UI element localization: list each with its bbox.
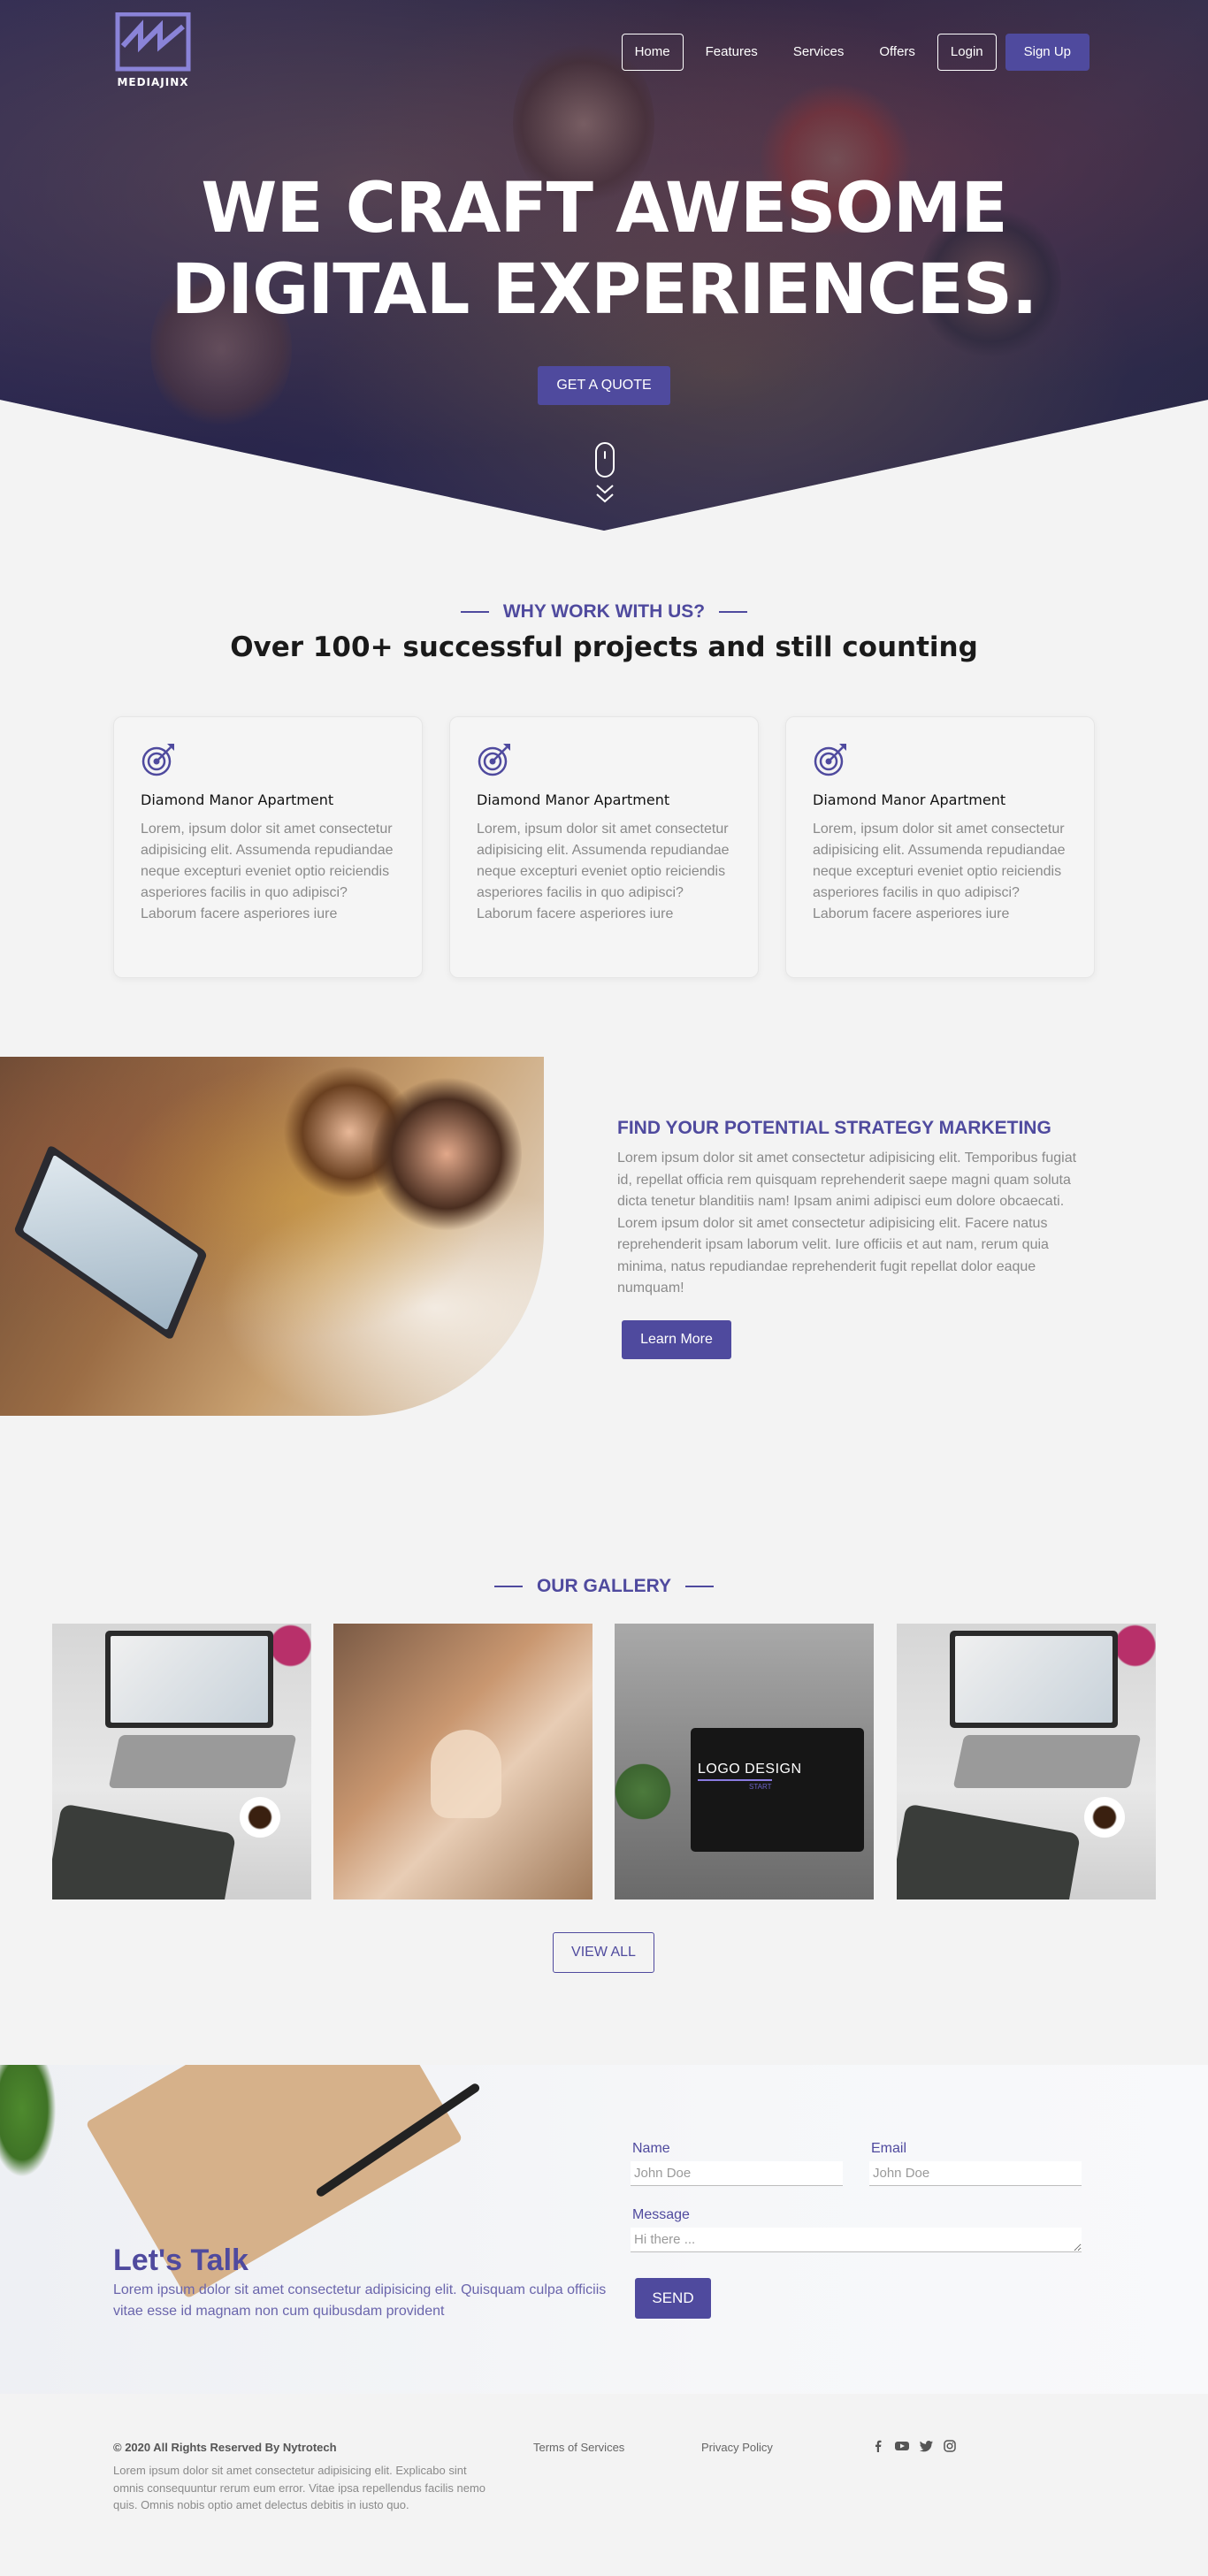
card-body: Lorem, ipsum dolor sit amet consectetur … [141, 822, 394, 921]
mediajinx-logo-icon [115, 12, 191, 72]
why-kicker: WHY WORK WITH US? [0, 601, 1208, 623]
why-subtitle: Over 100+ successful projects and still … [230, 631, 978, 663]
message-textarea[interactable] [631, 2228, 1082, 2252]
youtube-icon[interactable] [895, 2440, 909, 2452]
brand-logo[interactable]: MEDIAJINX [113, 12, 193, 88]
nav-offers[interactable]: Offers [866, 34, 929, 71]
strategy-image [0, 1057, 544, 1416]
send-button[interactable]: SEND [635, 2278, 711, 2319]
email-input[interactable] [869, 2161, 1082, 2186]
gallery-image-logo-design[interactable]: LOGO DESIGN START [615, 1624, 874, 1900]
monitor [691, 1728, 864, 1852]
tablet [897, 1803, 1082, 1900]
feature-card: Diamond Manor Apartment Lorem, ipsum dol… [113, 716, 423, 978]
scroll-mouse-icon[interactable] [595, 442, 615, 478]
terms-link[interactable]: Terms of Services [533, 2441, 624, 2454]
message-label: Message [632, 2207, 690, 2222]
facebook-icon[interactable] [872, 2440, 884, 2452]
strategy-text: Lorem ipsum dolor sit amet consectetur a… [617, 1150, 1077, 1296]
kicker-dash-right [719, 611, 748, 613]
card-title: Diamond Manor Apartment [141, 791, 334, 808]
card-body: Lorem, ipsum dolor sit amet consectetur … [477, 822, 730, 921]
target-icon [814, 744, 846, 776]
nav-features[interactable]: Features [692, 34, 771, 71]
privacy-link[interactable]: Privacy Policy [701, 2441, 773, 2454]
target-icon [478, 744, 510, 776]
talk-title: Let's Talk [113, 2243, 248, 2277]
scroll-down-icon[interactable] [594, 483, 615, 506]
get-quote-button[interactable]: GET A QUOTE [538, 366, 670, 405]
gallery-image-laptop-creative[interactable] [52, 1624, 311, 1900]
feature-card: Diamond Manor Apartment Lorem, ipsum dol… [785, 716, 1095, 978]
gallery-image-lightbulb[interactable] [333, 1624, 593, 1900]
coffee-cup [1084, 1797, 1125, 1838]
laptop-keyboard [108, 1735, 297, 1788]
hero-title: WE CRAFT AWESOME DIGITAL EXPERIENCES. [0, 168, 1208, 331]
lightbulb-sketch [431, 1730, 501, 1818]
nav-home[interactable]: Home [621, 34, 684, 71]
social-links [872, 2440, 956, 2452]
why-kicker-text: WHY WORK WITH US? [502, 601, 706, 622]
talk-text: Lorem ipsum dolor sit amet consectetur a… [113, 2282, 607, 2319]
kicker-dash-right [685, 1586, 715, 1587]
learn-more-button[interactable]: Learn More [622, 1320, 731, 1359]
laptop-screen [105, 1631, 273, 1728]
hero-title-line2: DIGITAL EXPERIENCES. [171, 250, 1037, 330]
card-title: Diamond Manor Apartment [477, 791, 670, 808]
feature-card: Diamond Manor Apartment Lorem, ipsum dol… [449, 716, 759, 978]
logo-design-text: LOGO DESIGN [698, 1762, 802, 1777]
email-label: Email [871, 2141, 907, 2156]
signup-button[interactable]: Sign Up [1005, 34, 1089, 71]
name-input[interactable] [631, 2161, 843, 2186]
logo-design-sub: START [749, 1783, 772, 1791]
kicker-dash-left [460, 611, 489, 613]
twitter-icon[interactable] [920, 2440, 933, 2452]
nav-services[interactable]: Services [780, 34, 858, 71]
plant [615, 1756, 671, 1827]
hero-title-line1: WE CRAFT AWESOME [201, 169, 1007, 248]
login-button[interactable]: Login [937, 34, 997, 71]
copyright-text: © 2020 All Rights Reserved By Nytrotech [113, 2441, 337, 2454]
view-all-button[interactable]: VIEW ALL [553, 1932, 654, 1973]
strategy-laptop [13, 1143, 208, 1342]
coffee-cup [240, 1797, 280, 1838]
target-icon [141, 744, 174, 776]
gallery-kicker: OUR GALLERY [0, 1576, 1208, 1597]
instagram-icon[interactable] [944, 2440, 956, 2452]
card-title: Diamond Manor Apartment [813, 791, 1006, 808]
strategy-person-right [371, 1074, 522, 1234]
kicker-dash-left [493, 1586, 523, 1587]
laptop-keyboard [952, 1735, 1142, 1788]
logo-design-underline [698, 1779, 772, 1781]
card-body: Lorem, ipsum dolor sit amet consectetur … [813, 822, 1066, 921]
gallery-image-laptop-creative[interactable] [897, 1624, 1156, 1900]
tablet [52, 1803, 237, 1900]
gallery-kicker-text: OUR GALLERY [536, 1576, 672, 1596]
brand-name: MEDIAJINX [117, 76, 189, 88]
footer-text: Lorem ipsum dolor sit amet consectetur a… [113, 2464, 486, 2511]
strategy-title: FIND YOUR POTENTIAL STRATEGY MARKETING [617, 1118, 1051, 1138]
main-nav: Home Features Services Offers Login Sign… [621, 34, 1089, 71]
laptop-screen [950, 1631, 1118, 1728]
name-label: Name [632, 2141, 670, 2156]
plant-image [0, 2065, 62, 2189]
